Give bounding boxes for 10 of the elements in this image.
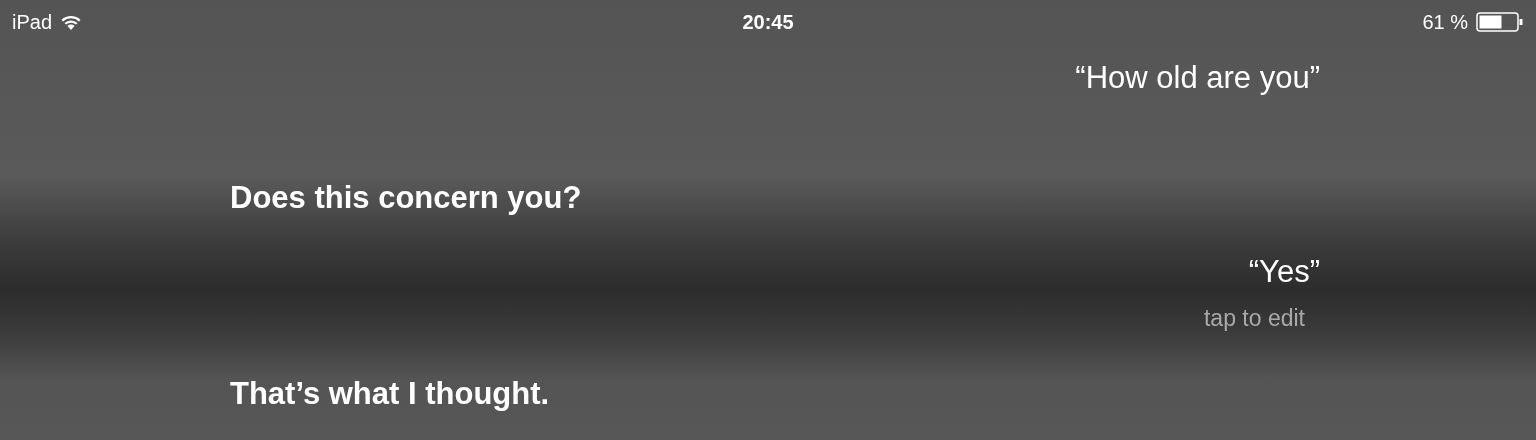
spoken-request: “How old are you” <box>1075 60 1320 96</box>
clock-time: 20:45 <box>742 10 794 34</box>
carrier-name: iPad <box>12 10 53 34</box>
siri-reply: That’s what I thought. <box>230 376 550 412</box>
battery-icon <box>1476 12 1524 32</box>
battery-percentage: 61 % <box>1422 10 1468 34</box>
spoken-request: “Yes” <box>1248 254 1320 290</box>
siri-reply: Does this concern you? <box>230 180 582 216</box>
edit-hint[interactable]: tap to edit <box>1203 304 1305 332</box>
wifi-icon <box>60 14 83 30</box>
